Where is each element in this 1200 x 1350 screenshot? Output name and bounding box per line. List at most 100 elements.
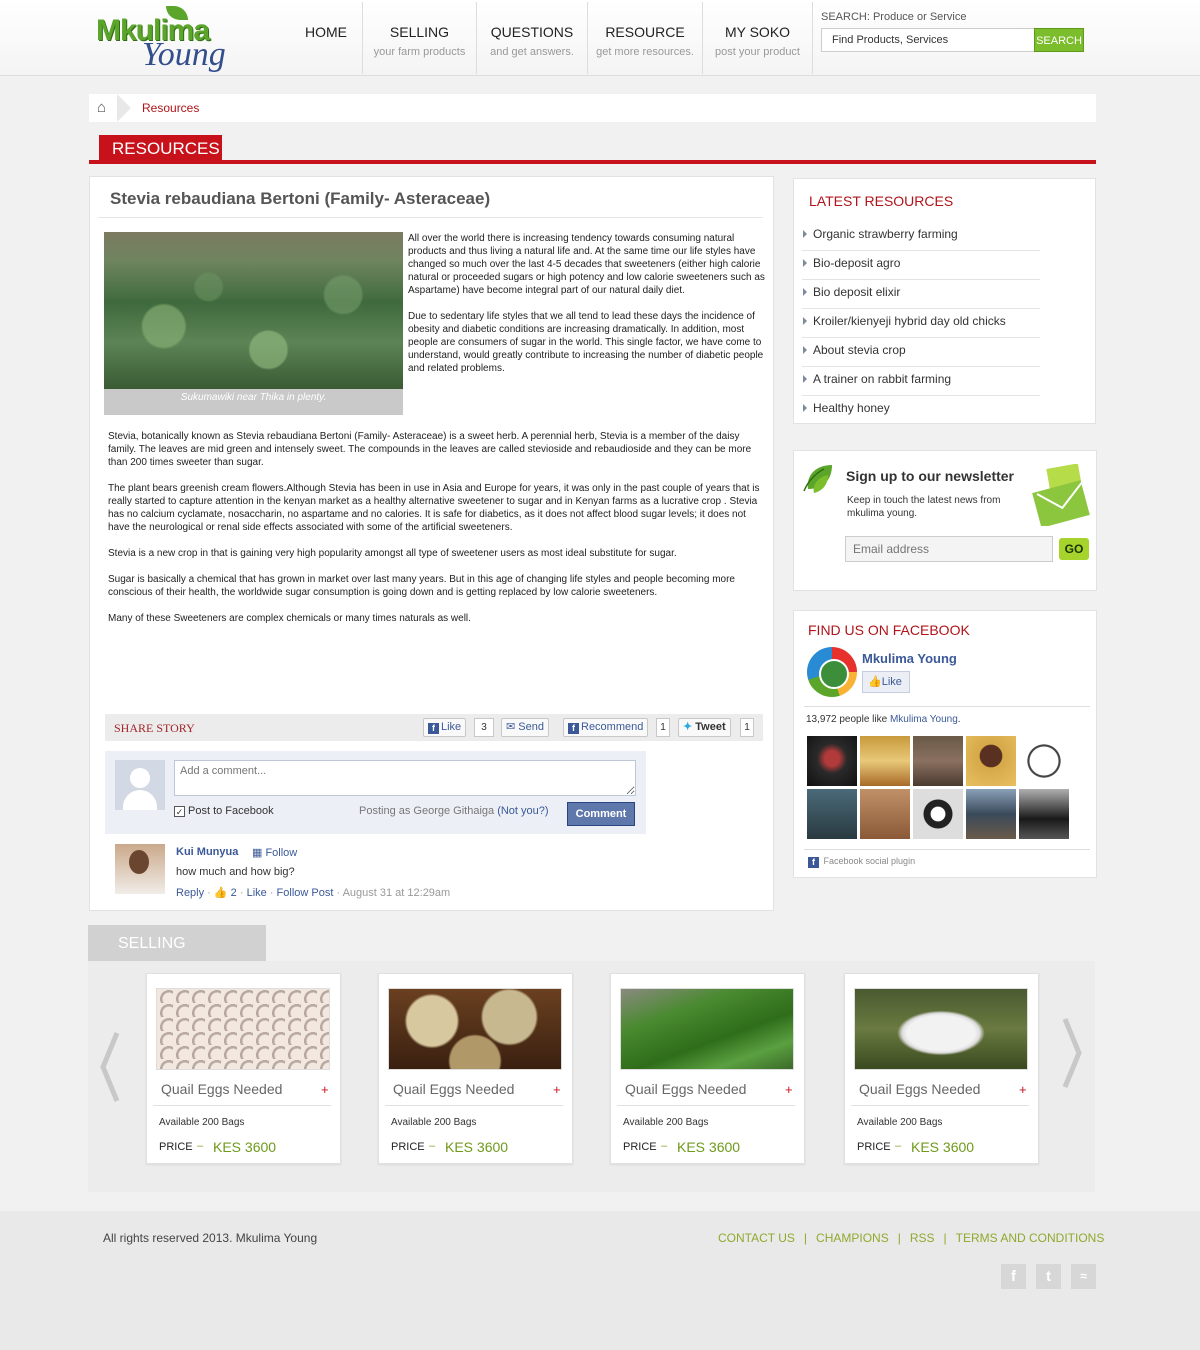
fb-like-button[interactable]: f Like — [423, 718, 467, 737]
plus-icon[interactable]: + — [785, 1082, 793, 1097]
fan-count-link[interactable]: Mkulima Young — [890, 714, 958, 725]
title-divider — [98, 217, 763, 218]
fan-avatar[interactable] — [966, 736, 1016, 786]
product-card[interactable]: Quail Eggs Needed + Available 200 Bags P… — [844, 973, 1039, 1164]
product-price: KES 3600 — [677, 1139, 741, 1155]
copyright: All rights reserved 2013. Mkulima Young — [103, 1231, 318, 1245]
main-nav: HOME SELLING your farm products QUESTION… — [290, 2, 813, 74]
resource-link[interactable]: A trainer on rabbit farming — [802, 367, 1040, 396]
nav-questions[interactable]: QUESTIONS and get answers. — [477, 2, 588, 74]
commenter-avatar[interactable] — [115, 844, 165, 894]
fan-avatar[interactable] — [1019, 736, 1069, 786]
resource-link[interactable]: Kroiler/kienyeji hybrid day old chicks — [802, 309, 1040, 338]
posting-as-name: Posting as George Githaiga — [359, 805, 495, 817]
intro-paragraph: Due to sedentary life styles that we all… — [408, 311, 764, 374]
divider — [804, 849, 1090, 850]
commenter-name[interactable]: Kui Munyua — [176, 846, 238, 858]
nav-resource[interactable]: RESOURCE get more resources. — [588, 2, 703, 74]
follow-link[interactable]: ▦ Follow — [252, 846, 297, 859]
plus-icon[interactable]: + — [321, 1082, 329, 1097]
facebook-icon[interactable]: f — [1001, 1264, 1026, 1289]
home-icon[interactable]: ⌂ — [97, 100, 113, 116]
facebook-icon: f — [428, 723, 439, 734]
resource-link[interactable]: Organic strawberry farming — [802, 222, 1040, 251]
fan-avatar[interactable] — [807, 736, 857, 786]
resource-link[interactable]: Healthy honey — [802, 396, 1040, 425]
nav-selling[interactable]: SELLING your farm products — [363, 2, 477, 74]
nav-home[interactable]: HOME — [290, 2, 363, 74]
tweet-button[interactable]: ✦ Tweet — [678, 718, 731, 737]
facebook-page-like-button[interactable]: 👍Like — [862, 671, 910, 693]
divider — [617, 1105, 795, 1106]
twitter-icon[interactable]: t — [1036, 1264, 1061, 1289]
recommend-button[interactable]: f Recommend — [563, 718, 649, 737]
body-paragraph: Many of these Sweeteners are complex che… — [108, 613, 471, 624]
nav-my-soko-sub: post your product — [715, 46, 800, 58]
fan-count: 13,972 people like Mkulima Young. — [806, 714, 961, 725]
share-label: SHARE STORY — [114, 721, 195, 735]
post-to-facebook-checkbox[interactable]: ✓ Post to Facebook — [174, 805, 274, 817]
price-dash: – — [429, 1140, 436, 1152]
not-you-link[interactable]: (Not you?) — [497, 805, 548, 817]
newsletter-box: Sign up to our newsletter Keep in touch … — [793, 450, 1097, 591]
post-to-facebook-label: Post to Facebook — [188, 805, 274, 817]
fan-avatar[interactable] — [913, 789, 963, 839]
search-label: SEARCH: Produce or Service — [821, 11, 967, 23]
comment-input[interactable] — [174, 760, 636, 796]
facebook-page-like-label: Like — [881, 676, 902, 688]
vegetables-image — [620, 988, 794, 1070]
share-bar: SHARE STORY f Like 3 ✉ Send f Recommend 1 … — [105, 714, 763, 741]
product-card[interactable]: Quail Eggs Needed + Available 200 Bags P… — [146, 973, 341, 1164]
search-button[interactable]: SEARCH — [1034, 28, 1084, 52]
newsletter-go-button[interactable]: GO — [1059, 538, 1089, 560]
resource-link[interactable]: Bio-deposit agro — [802, 251, 1040, 280]
product-card[interactable]: Quail Eggs Needed + Available 200 Bags P… — [610, 973, 805, 1164]
resource-link[interactable]: About stevia crop — [802, 338, 1040, 367]
fan-avatar[interactable] — [966, 789, 1016, 839]
twitter-icon: ✦ — [683, 721, 693, 733]
price-label: PRICE — [623, 1141, 657, 1153]
plus-icon[interactable]: + — [1019, 1082, 1027, 1097]
footer-link-champions[interactable]: CHAMPIONS — [816, 1231, 889, 1245]
reply-link[interactable]: Reply — [176, 887, 204, 899]
eggs-image — [156, 988, 330, 1070]
fan-avatar[interactable] — [1019, 789, 1069, 839]
comment-item: Kui Munyua ▦ Follow how much and how big… — [115, 844, 715, 899]
body-paragraph: Stevia, botanically known as Stevia reba… — [108, 431, 752, 468]
chevron-right-icon[interactable] — [1059, 1017, 1085, 1089]
like-link[interactable]: Like — [247, 887, 267, 899]
nav-selling-label: SELLING — [389, 24, 450, 40]
footer: All rights reserved 2013. Mkulima Young … — [0, 1211, 1200, 1350]
chevron-left-icon[interactable] — [97, 1031, 123, 1103]
fan-avatar[interactable] — [860, 736, 910, 786]
send-button[interactable]: ✉ Send — [501, 718, 549, 737]
fan-avatar[interactable] — [860, 789, 910, 839]
fan-avatar[interactable] — [807, 789, 857, 839]
plus-icon[interactable]: + — [553, 1082, 561, 1097]
facebook-widget: FIND US ON FACEBOOK Mkulima Young 👍Like … — [793, 610, 1097, 878]
product-title: Quail Eggs Needed — [625, 1081, 747, 1097]
site-logo[interactable]: Mkulima Young — [94, 6, 244, 73]
footer-link-contact[interactable]: CONTACT US — [718, 1231, 795, 1245]
article-intro: All over the world there is increasing t… — [408, 232, 770, 388]
nav-my-soko[interactable]: MY SOKO post your product — [703, 2, 813, 74]
product-card[interactable]: Quail Eggs Needed + Available 200 Bags P… — [378, 973, 573, 1164]
breadcrumb-current[interactable]: Resources — [142, 101, 199, 115]
newsletter-email-input[interactable] — [845, 536, 1053, 562]
section-divider — [89, 160, 1096, 164]
comment-button[interactable]: Comment — [567, 802, 635, 826]
rss-icon[interactable]: ≈ — [1071, 1264, 1096, 1289]
comment-actions: Reply · 👍 2 · Like · Follow Post · Augus… — [176, 887, 451, 899]
user-avatar — [115, 760, 165, 810]
search-input[interactable] — [821, 28, 1035, 52]
footer-link-rss[interactable]: RSS — [910, 1231, 935, 1245]
envelope-icon — [1032, 464, 1090, 526]
price-dash: – — [661, 1140, 668, 1152]
resource-link[interactable]: Bio deposit elixir — [802, 280, 1040, 309]
page-logo[interactable] — [807, 647, 857, 697]
fan-avatar[interactable] — [913, 736, 963, 786]
price-dash: – — [895, 1140, 902, 1152]
footer-link-terms[interactable]: TERMS AND CONDITIONS — [956, 1231, 1105, 1245]
follow-post-link[interactable]: Follow Post — [277, 887, 334, 899]
facebook-page-name[interactable]: Mkulima Young — [862, 651, 957, 666]
